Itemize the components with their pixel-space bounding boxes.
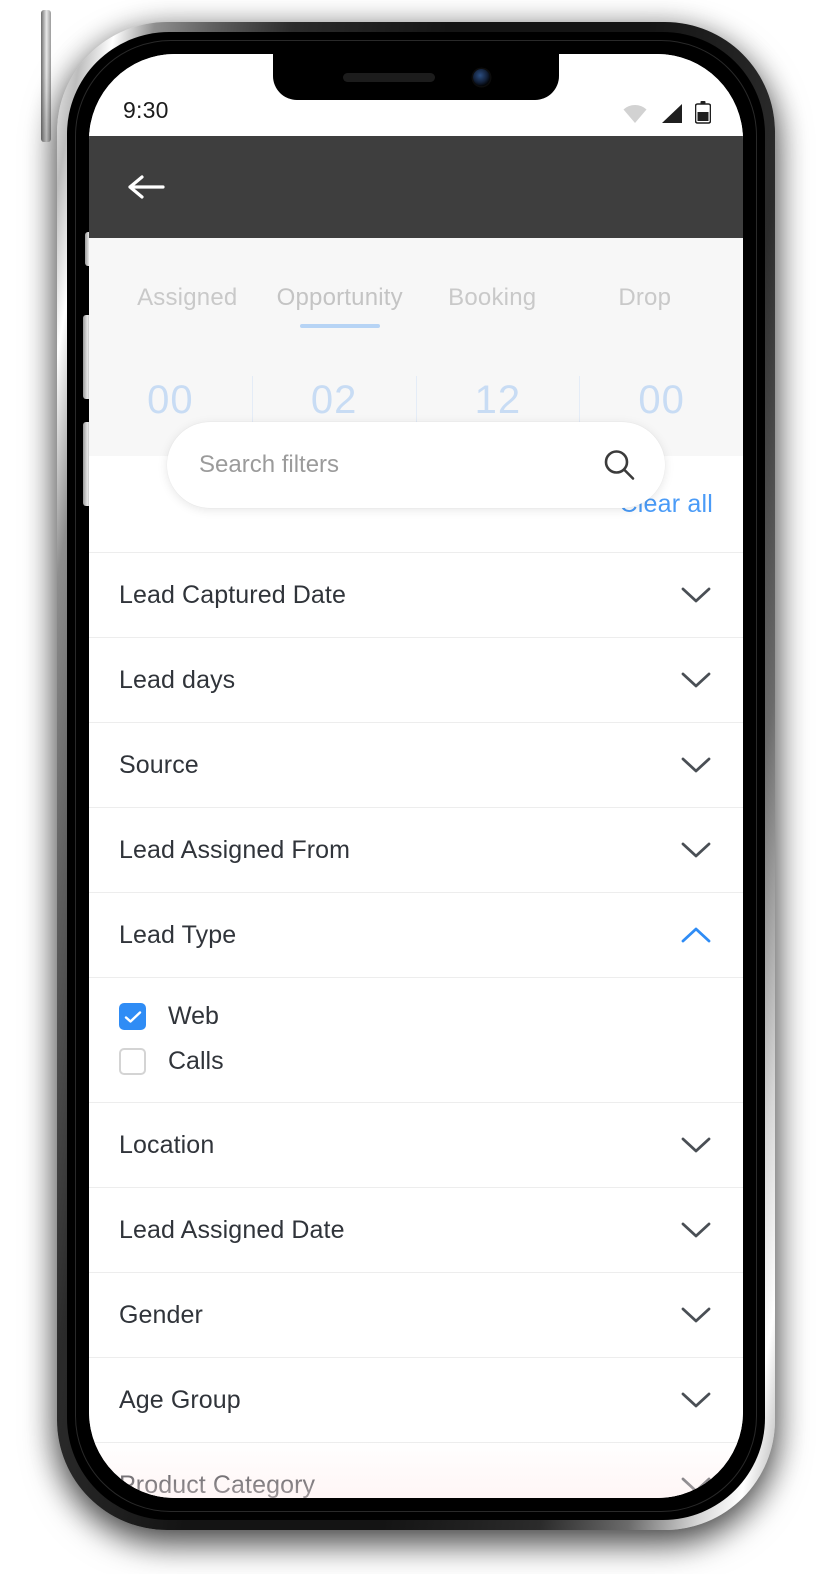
battery-icon xyxy=(695,101,711,124)
filter-row-lead-assigned-date[interactable]: Lead Assigned Date xyxy=(89,1187,743,1272)
filter-label: Product Category xyxy=(119,1470,316,1499)
lead-type-options: Web Calls xyxy=(89,977,743,1102)
chevron-down-icon[interactable] xyxy=(679,1389,713,1411)
filter-label: Lead Assigned From xyxy=(119,835,351,864)
tab-label: Assigned xyxy=(137,284,238,311)
filter-row-source[interactable]: Source xyxy=(89,722,743,807)
filter-label: Lead days xyxy=(119,665,236,694)
filter-label: Lead Assigned Date xyxy=(119,1215,345,1244)
filter-sheet: Clear all Lead Captured Date Lead days S… xyxy=(89,456,743,1498)
checkbox-unchecked-icon[interactable] xyxy=(119,1048,146,1075)
tab-label: Booking xyxy=(448,284,537,311)
tab-bar: Assigned Opportunity Booking Drop xyxy=(89,238,743,328)
option-row-web[interactable]: Web xyxy=(89,994,743,1039)
filter-row-lead-type[interactable]: Lead Type xyxy=(89,892,743,977)
active-tab-indicator xyxy=(299,324,380,328)
chevron-down-icon[interactable] xyxy=(679,1219,713,1241)
option-label: Web xyxy=(168,1002,219,1030)
search-bar[interactable] xyxy=(167,422,665,508)
filter-row-age-group[interactable]: Age Group xyxy=(89,1357,743,1442)
search-input[interactable] xyxy=(199,451,601,479)
back-arrow-icon xyxy=(128,175,165,199)
counter-value: 02 xyxy=(310,378,358,422)
filter-label: Lead Captured Date xyxy=(119,580,346,609)
filter-row-gender[interactable]: Gender xyxy=(89,1272,743,1357)
app-toolbar xyxy=(89,136,743,238)
filter-label: Source xyxy=(119,750,199,779)
search-icon[interactable] xyxy=(601,447,637,483)
signal-icon xyxy=(659,103,684,124)
chevron-down-icon[interactable] xyxy=(679,1474,713,1496)
back-button[interactable] xyxy=(119,160,173,214)
phone-screen: 9:30 Assigned Opportunity Booking Drop 0… xyxy=(89,54,743,1498)
tab-label: Opportunity xyxy=(276,284,403,311)
speaker-grille-icon xyxy=(342,72,435,82)
chevron-down-icon[interactable] xyxy=(679,1134,713,1156)
filter-row-lead-days[interactable]: Lead days xyxy=(89,637,743,722)
wifi-icon xyxy=(622,104,648,124)
chevron-up-icon[interactable] xyxy=(679,924,713,946)
option-row-calls[interactable]: Calls xyxy=(89,1039,743,1084)
front-camera-icon xyxy=(472,68,490,86)
chevron-down-icon[interactable] xyxy=(679,754,713,776)
tab-drop[interactable]: Drop xyxy=(569,284,722,328)
tab-booking[interactable]: Booking xyxy=(416,284,569,328)
counter-value: 00 xyxy=(147,378,194,422)
tab-assigned[interactable]: Assigned xyxy=(111,284,264,328)
chevron-down-icon[interactable] xyxy=(679,1304,713,1326)
tab-opportunity[interactable]: Opportunity xyxy=(264,284,417,328)
filter-row-product-category[interactable]: Product Category xyxy=(89,1442,743,1498)
power-button[interactable] xyxy=(41,10,51,142)
chevron-down-icon[interactable] xyxy=(679,839,713,861)
filter-label: Gender xyxy=(119,1300,203,1329)
chevron-down-icon[interactable] xyxy=(679,584,713,606)
counter-value: 00 xyxy=(638,378,685,422)
status-bar-icons xyxy=(622,101,711,124)
chevron-down-icon[interactable] xyxy=(679,669,713,691)
filter-label: Lead Type xyxy=(119,920,237,949)
phone-notch xyxy=(273,54,559,100)
status-bar-time: 9:30 xyxy=(123,97,169,123)
phone-mockup: 9:30 Assigned Opportunity Booking Drop 0… xyxy=(41,10,791,1555)
checkbox-checked-icon[interactable] xyxy=(119,1003,146,1030)
filter-row-location[interactable]: Location xyxy=(89,1102,743,1187)
option-label: Calls xyxy=(168,1047,224,1075)
filter-row-lead-captured-date[interactable]: Lead Captured Date xyxy=(89,552,743,637)
filter-row-lead-assigned-from[interactable]: Lead Assigned From xyxy=(89,807,743,892)
counter-value: 12 xyxy=(474,378,522,422)
filter-label: Age Group xyxy=(119,1385,241,1414)
tab-label: Drop xyxy=(618,284,672,311)
filter-label: Location xyxy=(119,1130,215,1159)
search-bar-container xyxy=(167,422,665,508)
